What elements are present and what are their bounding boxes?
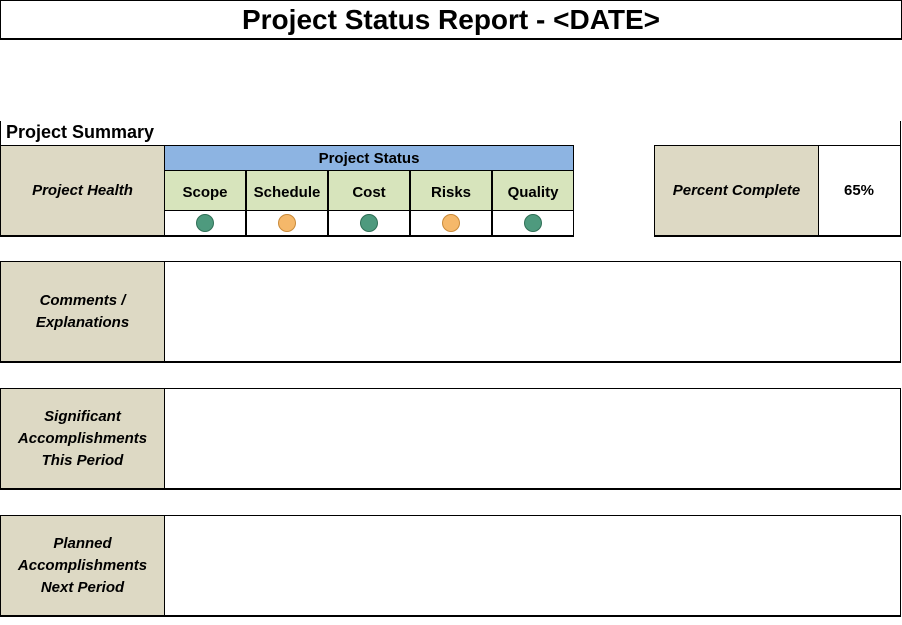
planned-label-line: Next Period [40,578,125,596]
status-indicator-cell-cost [328,211,410,237]
percent-complete-label-cell: Percent Complete [654,145,819,237]
status-col-cost: Cost [328,171,410,211]
comments-label-line: Comments / [39,291,126,309]
status-col-scope: Scope [164,171,246,211]
accomplishments-content-cell[interactable] [165,388,901,490]
status-col-risks: Risks [410,171,492,211]
project-health-label: Project Health [32,181,133,199]
report-title: Project Status Report - <DATE> [241,3,660,35]
status-dot-icon [524,214,542,232]
accomplishments-label-line: This Period [41,451,124,469]
status-col-quality: Quality [492,171,574,211]
status-indicator-cell-quality [492,211,574,237]
status-dot-icon [196,214,214,232]
status-indicator-cell-schedule [246,211,328,237]
comments-content-cell[interactable] [165,261,901,363]
project-status-header-label: Project Status [318,149,420,167]
planned-label-cell: Planned Accomplishments Next Period [0,515,165,617]
percent-complete-label: Percent Complete [672,181,801,199]
status-col-schedule: Schedule [246,171,328,211]
planned-label-line: Accomplishments [17,556,148,574]
status-col-label: Quality [507,184,559,201]
report-title-box: Project Status Report - <DATE> [0,0,902,40]
status-col-label: Schedule [253,184,321,201]
status-col-label: Scope [182,184,228,201]
project-status-header: Project Status [164,145,574,171]
status-dot-icon [360,214,378,232]
planned-label-line: Planned [53,534,112,552]
status-col-label: Cost [352,184,386,201]
section-title: Project Summary [6,122,155,142]
percent-complete-value-text: 65% [843,182,875,199]
project-health-label-cell: Project Health [0,145,165,237]
status-indicator-cell-risks [410,211,492,237]
comments-label-cell: Comments / Explanations [0,261,165,363]
planned-content-cell[interactable] [165,515,901,617]
divider [0,121,1,145]
divider [900,121,901,145]
accomplishments-label-cell: Significant Accomplishments This Period [0,388,165,490]
percent-complete-value[interactable]: 65% [818,145,901,237]
status-col-label: Risks [430,184,472,201]
comments-label-line: Explanations [35,313,130,331]
accomplishments-label-line: Accomplishments [17,429,148,447]
status-indicator-cell-scope [164,211,246,237]
status-dot-icon [278,214,296,232]
accomplishments-label-line: Significant [44,407,121,425]
status-dot-icon [442,214,460,232]
